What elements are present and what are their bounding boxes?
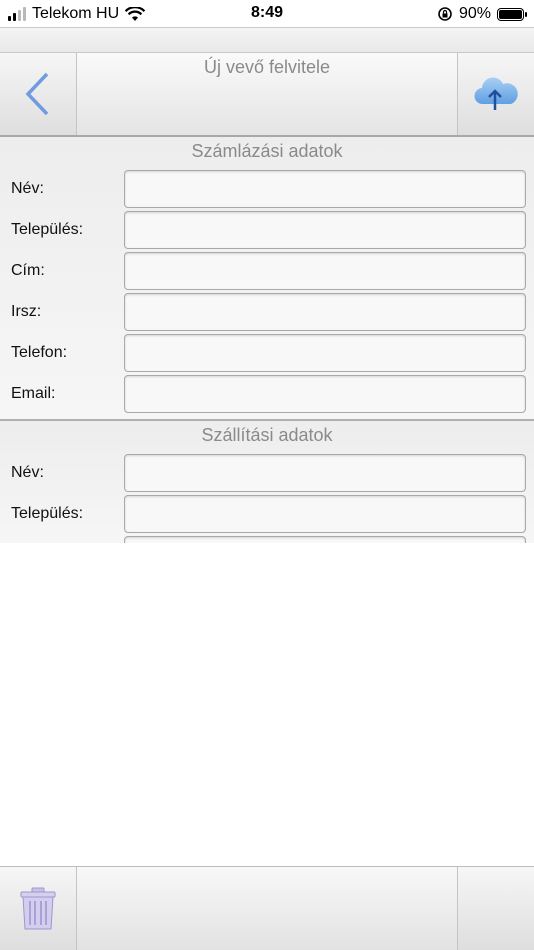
- billing-city-input[interactable]: [124, 211, 526, 249]
- nav-bar: Új vevő felvitele: [0, 53, 534, 137]
- cloud-upload-icon: [474, 77, 518, 110]
- billing-address-input[interactable]: [124, 252, 526, 290]
- billing-zip-input[interactable]: [124, 293, 526, 331]
- bottom-toolbar: [0, 866, 534, 950]
- shipping-name-label: Név:: [11, 464, 44, 481]
- orientation-lock-icon: [438, 7, 452, 21]
- billing-section: Számlázási adatok Név: Település: Cím: I…: [0, 137, 534, 419]
- delete-button[interactable]: [0, 867, 77, 950]
- shipping-section: Szállítási adatok Név: Település:: [0, 421, 534, 543]
- billing-row-city: Település:: [0, 211, 534, 251]
- status-right: 90%: [437, 4, 527, 24]
- shipping-next-input[interactable]: [124, 536, 526, 543]
- billing-name-input[interactable]: [124, 170, 526, 208]
- billing-phone-input[interactable]: [124, 334, 526, 372]
- trash-icon: [20, 887, 56, 929]
- billing-section-title: Számlázási adatok: [191, 141, 343, 161]
- battery-percent: 90%: [458, 5, 491, 22]
- billing-row-zip: Irsz:: [0, 293, 534, 333]
- status-bar: Telekom HU 8:49 90%: [0, 0, 534, 27]
- shipping-row-city: Település:: [0, 495, 534, 535]
- toolbar-right-button[interactable]: [457, 867, 534, 950]
- page-title: Új vevő felvitele: [203, 57, 331, 77]
- billing-name-label: Név:: [11, 180, 44, 197]
- billing-email-label: Email:: [11, 385, 56, 402]
- shipping-row-next: [0, 536, 534, 543]
- shipping-city-label: Település:: [11, 505, 84, 522]
- billing-email-input[interactable]: [124, 375, 526, 413]
- billing-zip-label: Irsz:: [11, 303, 42, 320]
- shipping-city-input[interactable]: [124, 495, 526, 533]
- billing-row-name: Név:: [0, 170, 534, 210]
- billing-row-email: Email:: [0, 375, 534, 415]
- billing-address-label: Cím:: [11, 262, 45, 279]
- battery-icon: [497, 7, 527, 21]
- billing-phone-label: Telefon:: [11, 344, 68, 361]
- shipping-section-title: Szállítási adatok: [201, 425, 333, 445]
- top-strip: [0, 27, 534, 53]
- billing-row-address: Cím:: [0, 252, 534, 292]
- billing-city-label: Település:: [11, 221, 84, 238]
- billing-row-phone: Telefon:: [0, 334, 534, 374]
- back-button[interactable]: [0, 53, 77, 135]
- shipping-row-name: Név:: [0, 454, 534, 494]
- chevron-left-icon: [25, 72, 49, 116]
- shipping-name-input[interactable]: [124, 454, 526, 492]
- upload-button[interactable]: [457, 53, 534, 135]
